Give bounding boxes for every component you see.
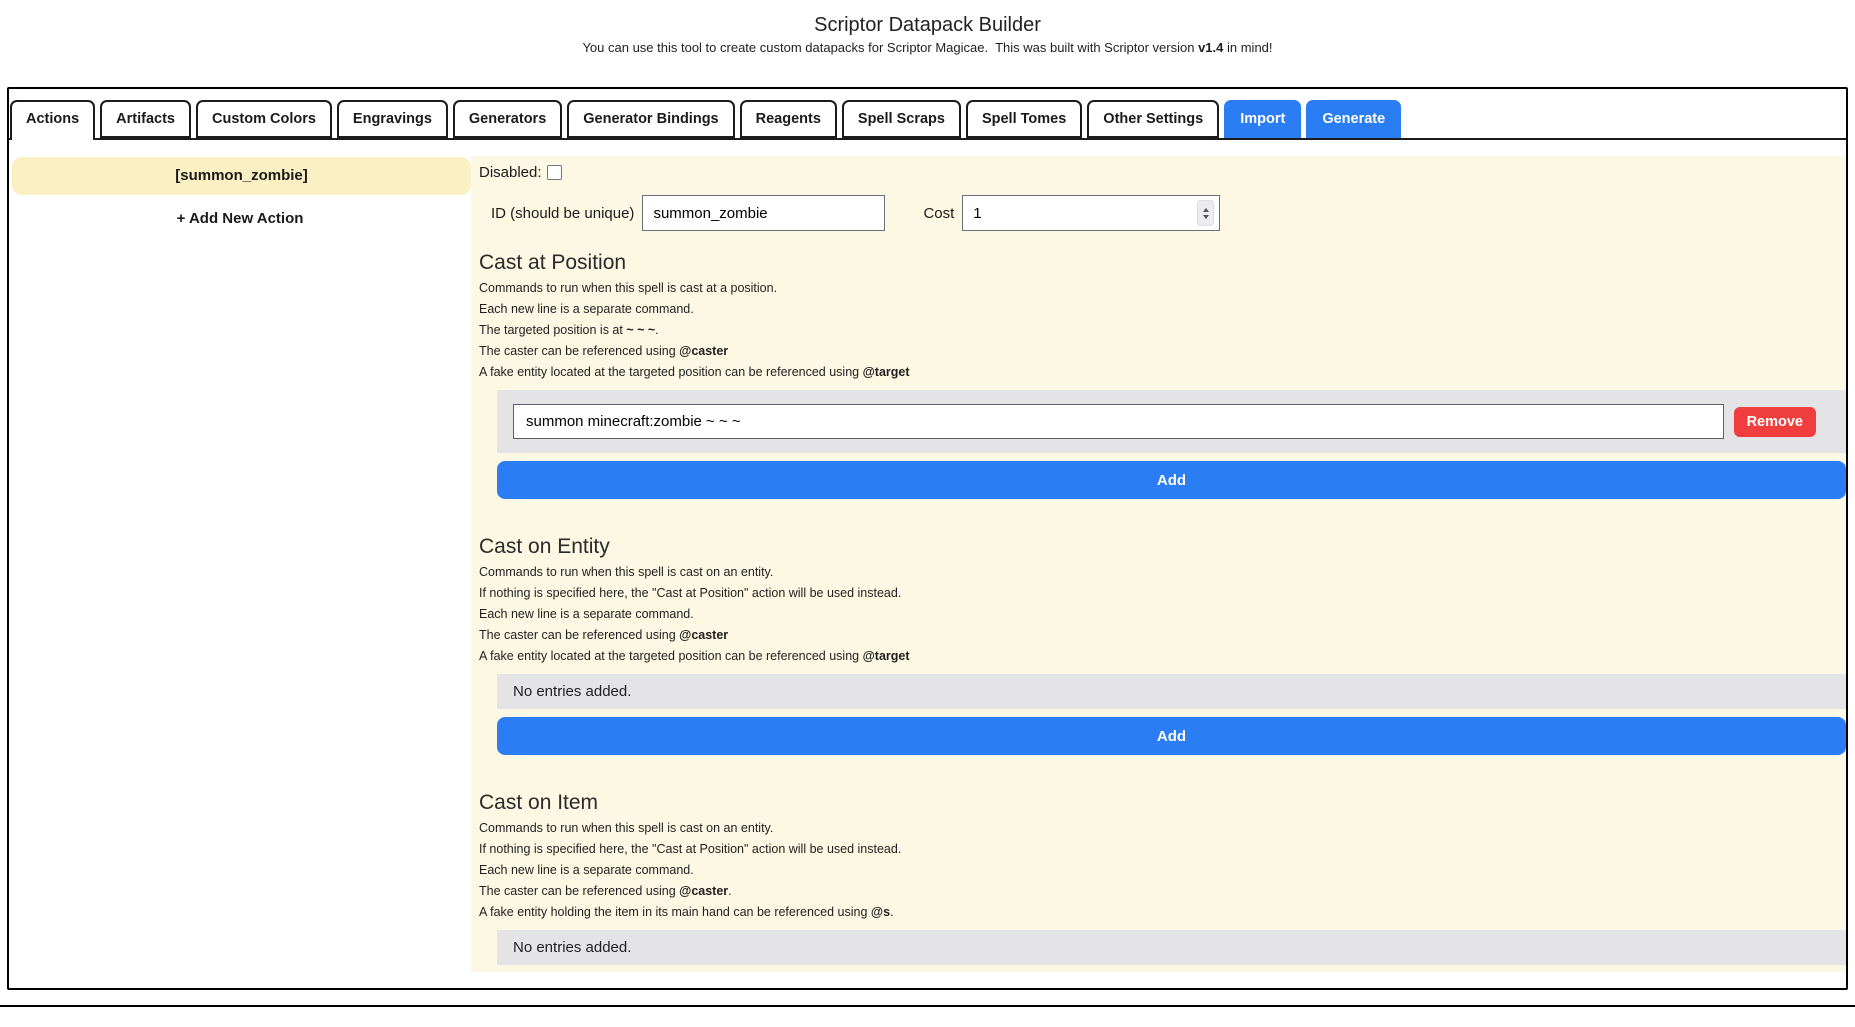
page-header: Scriptor Datapack Builder You can use th… xyxy=(0,0,1855,56)
section-cast-at-position: Cast at Position Commands to run when thi… xyxy=(479,251,1846,499)
add-entry-button[interactable]: Add xyxy=(497,461,1846,499)
command-sections: Cast at Position Commands to run when thi… xyxy=(479,251,1846,972)
tab-actions[interactable]: Actions xyxy=(10,100,95,140)
section-description-line: Commands to run when this spell is cast … xyxy=(479,820,1846,836)
tab-generator-bindings[interactable]: Generator Bindings xyxy=(567,100,734,138)
entry-row: Remove xyxy=(497,390,1846,453)
disabled-label: Disabled: xyxy=(479,164,542,181)
section-title: Cast on Item xyxy=(479,791,1846,815)
subtitle-suffix: in mind! xyxy=(1223,40,1272,55)
description-text: If nothing is specified here, the "Cast … xyxy=(479,586,901,600)
section-description-line: Commands to run when this spell is cast … xyxy=(479,564,1846,580)
content-area: [summon_zombie] + Add New Action Disable… xyxy=(9,140,1846,988)
description-text: . xyxy=(655,323,658,337)
disabled-checkbox[interactable] xyxy=(547,165,562,180)
section-description-line: The targeted position is at ~ ~ ~. xyxy=(479,322,1846,338)
description-text: The caster can be referenced using xyxy=(479,884,679,898)
command-input[interactable] xyxy=(513,404,1724,439)
action-list: [summon_zombie] xyxy=(9,157,471,195)
main-container: ActionsArtifactsCustom ColorsEngravingsG… xyxy=(7,87,1848,990)
description-text: A fake entity holding the item in its ma… xyxy=(479,905,871,919)
spinner-up-icon[interactable] xyxy=(1203,208,1209,212)
cost-input-wrap xyxy=(962,195,1220,231)
tab-spell-tomes[interactable]: Spell Tomes xyxy=(966,100,1082,138)
tab-artifacts[interactable]: Artifacts xyxy=(100,100,191,138)
description-text: Commands to run when this spell is cast … xyxy=(479,565,773,579)
section-description-line: A fake entity located at the targeted po… xyxy=(479,648,1846,664)
description-text: The caster can be referenced using xyxy=(479,344,679,358)
spinner-down-icon[interactable] xyxy=(1203,215,1209,219)
description-text: The caster can be referenced using xyxy=(479,628,679,642)
empty-entries-row: No entries added. xyxy=(497,930,1846,965)
section-title: Cast on Entity xyxy=(479,535,1846,559)
section-description-line: If nothing is specified here, the "Cast … xyxy=(479,585,1846,601)
add-new-action-button[interactable]: + Add New Action xyxy=(9,210,471,227)
description-text: Commands to run when this spell is cast … xyxy=(479,281,777,295)
page-title: Scriptor Datapack Builder xyxy=(0,13,1855,37)
description-text: . xyxy=(890,905,893,919)
cost-spinner[interactable] xyxy=(1197,200,1214,226)
tab-generate[interactable]: Generate xyxy=(1306,100,1401,138)
page-subtitle: You can use this tool to create custom d… xyxy=(0,40,1855,56)
description-text: Each new line is a separate command. xyxy=(479,863,694,877)
description-text: If nothing is specified here, the "Cast … xyxy=(479,842,901,856)
description-text: The targeted position is at xyxy=(479,323,626,337)
section-title: Cast at Position xyxy=(479,251,1846,275)
empty-entries-row: No entries added. xyxy=(497,674,1846,709)
description-text: Commands to run when this spell is cast … xyxy=(479,821,773,835)
description-text: A fake entity located at the targeted po… xyxy=(479,649,863,663)
id-cost-row: ID (should be unique) Cost xyxy=(491,195,1846,231)
sidebar-item-summon-zombie[interactable]: [summon_zombie] xyxy=(12,157,471,195)
id-input[interactable] xyxy=(642,195,885,231)
selector-token: @caster xyxy=(679,344,728,358)
subtitle-version: v1.4 xyxy=(1198,40,1223,55)
description-text: Each new line is a separate command. xyxy=(479,302,694,316)
description-text: Each new line is a separate command. xyxy=(479,607,694,621)
tab-spell-scraps[interactable]: Spell Scraps xyxy=(842,100,961,138)
tab-generators[interactable]: Generators xyxy=(453,100,562,138)
section-cast-on-item: Cast on Item Commands to run when this sp… xyxy=(479,791,1846,972)
entry-list: No entries added. xyxy=(497,930,1846,965)
section-description-line: Each new line is a separate command. xyxy=(479,301,1846,317)
section-description-line: A fake entity located at the targeted po… xyxy=(479,364,1846,380)
description-text: . xyxy=(728,884,731,898)
tab-bar: ActionsArtifactsCustom ColorsEngravingsG… xyxy=(9,89,1846,140)
section-description-line: Each new line is a separate command. xyxy=(479,606,1846,622)
section-description-line: A fake entity holding the item in its ma… xyxy=(479,904,1846,920)
tab-import[interactable]: Import xyxy=(1224,100,1301,138)
section-description-line: Each new line is a separate command. xyxy=(479,862,1846,878)
selector-token: @s xyxy=(871,905,890,919)
selector-token: @target xyxy=(863,649,910,663)
id-label: ID (should be unique) xyxy=(491,205,634,222)
tab-reagents[interactable]: Reagents xyxy=(740,100,837,138)
tab-custom-colors[interactable]: Custom Colors xyxy=(196,100,332,138)
cost-input[interactable] xyxy=(963,205,1197,222)
disabled-row: Disabled: xyxy=(479,164,1846,181)
selector-token: @caster xyxy=(679,628,728,642)
add-entry-button[interactable]: Add xyxy=(497,717,1846,755)
tab-other-settings[interactable]: Other Settings xyxy=(1087,100,1219,138)
section-description-line: The caster can be referenced using @cast… xyxy=(479,627,1846,643)
cost-label: Cost xyxy=(923,205,954,222)
description-text: A fake entity located at the targeted po… xyxy=(479,365,863,379)
selector-token: ~ ~ ~ xyxy=(626,323,655,337)
section-description-line: The caster can be referenced using @cast… xyxy=(479,883,1846,899)
section-cast-on-entity: Cast on Entity Commands to run when this … xyxy=(479,535,1846,755)
section-description-line: Commands to run when this spell is cast … xyxy=(479,280,1846,296)
subtitle-text: You can use this tool to create custom d… xyxy=(582,40,1198,55)
action-editor-panel: Disabled: ID (should be unique) Cost Cas… xyxy=(471,156,1846,972)
remove-entry-button[interactable]: Remove xyxy=(1734,407,1816,437)
tab-engravings[interactable]: Engravings xyxy=(337,100,448,138)
section-description-line: If nothing is specified here, the "Cast … xyxy=(479,841,1846,857)
sidebar: [summon_zombie] + Add New Action xyxy=(9,140,471,988)
selector-token: @caster xyxy=(679,884,728,898)
entry-list: No entries added. xyxy=(497,674,1846,709)
section-description-line: The caster can be referenced using @cast… xyxy=(479,343,1846,359)
bottom-divider xyxy=(0,1005,1855,1007)
entry-list: Remove xyxy=(497,390,1846,453)
selector-token: @target xyxy=(863,365,910,379)
